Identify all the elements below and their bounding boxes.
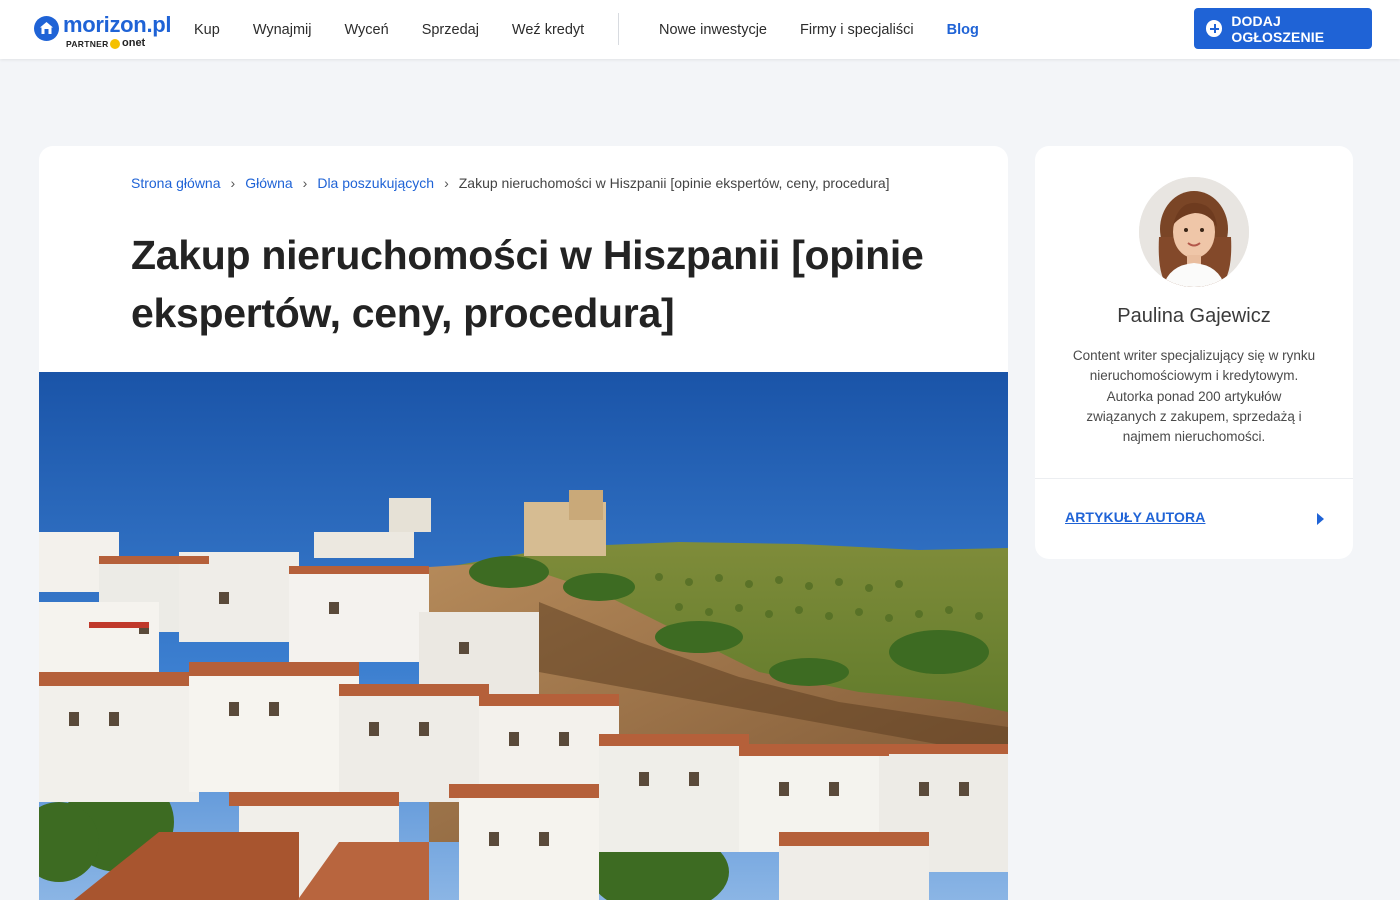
breadcrumb-current: Zakup nieruchomości w Hiszpanii [opinie … bbox=[458, 175, 890, 191]
breadcrumb-separator-icon: › bbox=[444, 175, 449, 191]
plus-circle-icon bbox=[1206, 20, 1223, 37]
author-avatar bbox=[1139, 177, 1249, 287]
nav-item-kup[interactable]: Kup bbox=[194, 22, 220, 38]
breadcrumb-item-seekers[interactable]: Dla poszukujących bbox=[317, 175, 434, 191]
author-name: Paulina Gajewicz bbox=[1117, 305, 1271, 327]
nav-item-nowe-inwestycje[interactable]: Nowe inwestycje bbox=[659, 22, 767, 38]
author-bio: Content writer specjalizujący się w rynk… bbox=[1072, 348, 1316, 445]
onet-dot-icon bbox=[110, 39, 120, 49]
breadcrumb-separator-icon: › bbox=[302, 175, 308, 191]
nav-item-wycen[interactable]: Wyceń bbox=[345, 22, 389, 38]
home-icon bbox=[34, 16, 59, 41]
main-nav: Kup Wynajmij Wyceń Sprzedaj Weź kredyt bbox=[194, 0, 617, 59]
article-title: Zakup nieruchomości w Hiszpanii [opinie … bbox=[131, 232, 924, 336]
breadcrumb-item-home[interactable]: Strona główna bbox=[131, 175, 221, 191]
nav-item-blog[interactable]: Blog bbox=[947, 22, 979, 38]
add-listing-label: DODAJ OGŁOSZENIE bbox=[1231, 12, 1325, 45]
breadcrumb-item-main[interactable]: Główna bbox=[245, 175, 292, 191]
morizon-logo[interactable]: morizon.pl PARTNER onet bbox=[34, 12, 174, 53]
logo-partner-brand: onet bbox=[122, 37, 146, 49]
author-articles-link[interactable]: ARTYKUŁY AUTORA bbox=[1065, 509, 1205, 525]
logo-text: morizon.pl bbox=[63, 12, 172, 37]
add-listing-button[interactable]: DODAJ OGŁOSZENIE bbox=[1194, 8, 1372, 49]
caret-right-icon[interactable] bbox=[1317, 513, 1324, 525]
nav-item-wez-kredyt[interactable]: Weź kredyt bbox=[512, 22, 584, 38]
breadcrumb-separator-icon: › bbox=[230, 175, 236, 191]
author-divider bbox=[1035, 478, 1353, 479]
nav-item-wynajmij[interactable]: Wynajmij bbox=[253, 22, 312, 38]
nav-divider bbox=[618, 13, 619, 45]
author-card: Paulina Gajewicz Content writer specjali… bbox=[1035, 146, 1353, 559]
nav-item-sprzedaj[interactable]: Sprzedaj bbox=[422, 22, 479, 38]
nav-item-firmy[interactable]: Firmy i specjaliści bbox=[800, 22, 914, 38]
article-card: Strona główna › Główna › Dla poszukujący… bbox=[39, 146, 1008, 900]
article-hero-image bbox=[39, 372, 1008, 900]
top-header: morizon.pl PARTNER onet Kup Wynajmij Wyc… bbox=[0, 0, 1400, 59]
secondary-nav: Nowe inwestycje Firmy i specjaliści Blog bbox=[659, 0, 1012, 59]
logo-partner-label: PARTNER bbox=[66, 39, 109, 49]
breadcrumb: Strona główna › Główna › Dla poszukujący… bbox=[131, 175, 890, 191]
